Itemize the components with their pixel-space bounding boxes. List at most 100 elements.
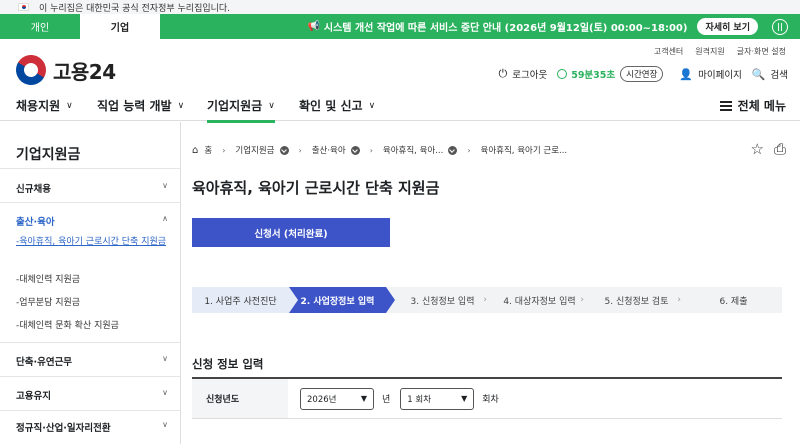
round-select[interactable]: 1 회차 ▼ <box>400 387 475 410</box>
all-menu-label: 전체 메뉴 <box>737 99 786 113</box>
sidebar-item-substitute-staff[interactable]: -대체인력 지원금 <box>16 272 168 288</box>
chevron-right-icon: › <box>222 145 226 155</box>
star-icon[interactable]: ☆ <box>751 140 764 158</box>
util-link-customer-center[interactable]: 고객센터 <box>654 46 683 57</box>
chevron-right-icon: › <box>580 295 584 305</box>
sidebar-section-label: 출산·육아 <box>16 217 55 228</box>
chevron-down-icon: ∨ <box>162 181 168 190</box>
nav-label: 채용지원 <box>16 99 61 113</box>
breadcrumb-current: 육아휴직, 육아기 근로... <box>481 144 568 156</box>
chevron-down-icon: ∨ <box>162 420 168 429</box>
main-nav: 채용지원 ∨ 직업 능력 개발 ∨ 기업지원금 ∨ 확인 및 신고 ∨ 전체 메뉴 <box>0 91 800 123</box>
sidebar-section-regular-conversion[interactable]: 정규직·산업·일자리전환 ∨ <box>16 420 168 434</box>
chevron-right-icon: › <box>467 145 471 155</box>
sidebar-section-childbirth[interactable]: 출산·육아 ∧ <box>16 214 168 228</box>
hamburger-icon <box>719 100 732 111</box>
breadcrumb-business-subsidy[interactable]: 기업지원금 <box>235 144 289 156</box>
section-title: 신청 정보 입력 <box>192 357 264 371</box>
step-label: 5. 신청정보 검토 <box>604 296 669 307</box>
logout-label: 로그아웃 <box>512 70 548 81</box>
sidebar-section-label: 고용유지 <box>16 391 51 402</box>
search-button[interactable]: 🔍 검색 <box>752 67 788 82</box>
sidebar-section-label: 단축·유연근무 <box>16 357 73 368</box>
all-menu-button[interactable]: 전체 메뉴 <box>719 97 786 114</box>
breadcrumb-label: 기업지원금 <box>235 146 275 156</box>
chevron-down-icon: ∨ <box>177 100 185 111</box>
divider <box>0 376 181 377</box>
dropdown-circle-icon[interactable] <box>279 145 289 155</box>
chevron-right-icon: › <box>369 145 373 155</box>
breadcrumb-label: 육아휴직, 육아... <box>382 146 444 156</box>
pause-icon[interactable]: || <box>772 18 788 35</box>
gov-banner-text: 이 누리집은 대한민국 공식 전자정부 누리집입니다. <box>39 3 231 14</box>
nav-job-training[interactable]: 직업 능력 개발 ∨ <box>97 97 184 114</box>
chevron-down-icon: ∨ <box>368 100 376 111</box>
breadcrumb-parental-leave[interactable]: 육아휴직, 육아... <box>382 144 458 156</box>
nav-business-subsidy[interactable]: 기업지원금 ∨ <box>207 97 275 123</box>
sidebar-section-employment-retention[interactable]: 고용유지 ∨ <box>16 388 168 402</box>
chevron-down-icon: ▼ <box>461 394 468 403</box>
user-icon: 👤 <box>679 67 694 81</box>
step-5: 5. 신청정보 검토 › <box>588 287 685 313</box>
year-select-value: 2026년 <box>307 394 337 405</box>
divider <box>0 410 181 411</box>
top-bar: 개인 기업 📢 시스템 개선 작업에 따른 서비스 중단 안내 (2026년 9… <box>0 14 800 39</box>
application-form-table: 신청년도 2026년 ▼ 년 1 회차 ▼ 회차 <box>192 377 782 419</box>
divider <box>0 202 181 203</box>
logo-emblem-icon <box>10 49 52 91</box>
megaphone-icon: 📢 <box>307 21 320 32</box>
session-timer: 59분35초 <box>557 67 615 81</box>
header-actions: ⏻ 로그아웃 59분35초 시간연장 👤 마이페이지 🔍 검색 <box>489 66 788 82</box>
dropdown-circle-icon[interactable] <box>448 145 458 155</box>
timer-value: 59분35초 <box>571 70 616 81</box>
nav-label: 확인 및 신고 <box>299 99 363 113</box>
util-link-display-settings[interactable]: 글자·화면 설정 <box>737 46 786 57</box>
breadcrumb-label: 육아휴직, 육아기 근로... <box>480 146 568 156</box>
round-select-value: 1 회차 <box>407 394 432 405</box>
service-notice: 📢 시스템 개선 작업에 따른 서비스 중단 안내 (2026년 9월12일(토… <box>160 14 764 39</box>
chevron-right-icon: › <box>298 145 302 155</box>
mypage-label: 마이페이지 <box>698 70 742 81</box>
nav-recruitment[interactable]: 채용지원 ∨ <box>16 97 73 114</box>
sidebar-item-parental-leave[interactable]: -육아휴직, 육아기 근로시간 단축 지원금 <box>16 234 168 250</box>
sidebar-section-flexible-work[interactable]: 단축·유연근무 ∨ <box>16 354 168 368</box>
breadcrumb-label: 홈 <box>204 146 213 156</box>
year-select[interactable]: 2026년 ▼ <box>300 387 374 410</box>
form-value-cell: 2026년 ▼ 년 1 회차 ▼ 회차 <box>288 379 782 418</box>
breadcrumb-home[interactable]: ⌂ 홈 <box>192 144 213 157</box>
print-icon[interactable]: ⎙ <box>774 140 786 158</box>
step-1: 1. 사업주 사전진단 <box>192 287 298 313</box>
sidebar-item-work-sharing[interactable]: -업무분담 지원금 <box>16 295 168 311</box>
step-3: 3. 신청정보 입력 › <box>386 287 491 313</box>
extend-session-button[interactable]: 시간연장 <box>620 66 664 82</box>
notice-detail-button[interactable]: 자세히 보기 <box>697 18 758 35</box>
tab-business[interactable]: 기업 <box>80 14 160 39</box>
chevron-down-icon: ∨ <box>162 388 168 397</box>
power-icon: ⏻ <box>498 67 508 80</box>
year-unit: 년 <box>382 395 391 405</box>
util-link-remote-support[interactable]: 원격지원 <box>695 46 724 57</box>
sidebar: 기업지원금 신규채용 ∨ 출산·육아 ∧ -육아휴직, 육아기 근로시간 단축 지원… <box>0 122 181 444</box>
chevron-down-icon: ∨ <box>268 100 275 111</box>
round-unit: 회차 <box>482 395 499 405</box>
mypage-button[interactable]: 👤 마이페이지 <box>679 67 742 82</box>
taegukgi-flag-icon <box>18 3 29 11</box>
divider <box>0 168 181 169</box>
application-status-button[interactable]: 신청서 (처리완료) <box>192 218 390 247</box>
nav-verification-report[interactable]: 확인 및 신고 ∨ <box>299 97 375 114</box>
breadcrumb-childbirth[interactable]: 출산·육아 <box>312 144 360 156</box>
step-label: 4. 대상자정보 입력 <box>503 296 576 307</box>
nav-label: 기업지원금 <box>207 99 263 113</box>
form-label-application-year: 신청년도 <box>192 379 288 418</box>
divider <box>0 342 181 343</box>
logout-button[interactable]: ⏻ 로그아웃 <box>499 67 548 81</box>
tab-personal[interactable]: 개인 <box>0 14 80 39</box>
sidebar-item-substitute-culture[interactable]: -대체인력 문화 확산 지원금 <box>16 318 168 334</box>
page-actions: ☆ ⎙ <box>751 140 786 158</box>
sidebar-section-new-hire[interactable]: 신규채용 ∨ <box>16 181 168 195</box>
sidebar-title: 기업지원금 <box>16 147 81 163</box>
dropdown-circle-icon[interactable] <box>350 145 360 155</box>
step-2: 2. 사업장정보 입력 <box>289 287 395 313</box>
chevron-right-icon: › <box>483 295 487 305</box>
site-logo[interactable]: 고용24 <box>10 49 116 91</box>
